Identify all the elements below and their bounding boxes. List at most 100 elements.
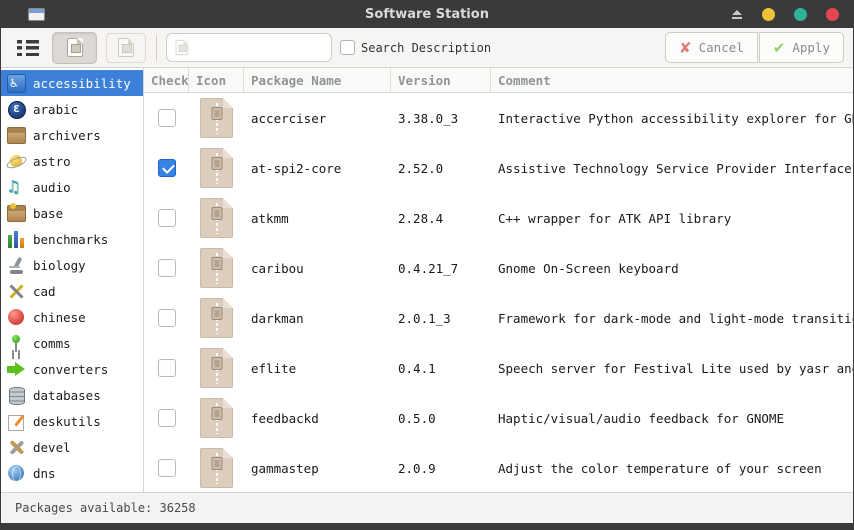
- column-header-comment[interactable]: Comment: [491, 68, 853, 92]
- package-comment: Assistive Technology Service Provider In…: [498, 160, 852, 176]
- sidebar-item-label: audio: [33, 179, 71, 195]
- sidebar-item-accessibility[interactable]: accessibility: [1, 70, 143, 96]
- devel-icon: [7, 438, 26, 457]
- table-row[interactable]: at-spi2-core 2.52.0 Assistive Technology…: [144, 143, 853, 193]
- sidebar-item-archivers[interactable]: archivers: [1, 122, 143, 148]
- package-version: 0.4.1: [398, 360, 436, 376]
- maximize-button[interactable]: [794, 7, 807, 21]
- package-icon: [200, 348, 233, 388]
- row-checkbox[interactable]: [157, 359, 176, 377]
- zipper-icon: [211, 107, 222, 120]
- package-version: 2.0.9: [398, 460, 436, 476]
- sidebar-item-label: databases: [33, 387, 101, 403]
- package-table: Check Icon Package Name Version Comment …: [144, 68, 853, 492]
- package-name: atkmm: [251, 210, 289, 226]
- sidebar-item-devel[interactable]: devel: [1, 434, 143, 460]
- row-checkbox[interactable]: [157, 209, 176, 227]
- package-name: gammastep: [251, 460, 319, 476]
- sidebar-item-label: cad: [33, 283, 56, 299]
- package-icon: [200, 248, 233, 288]
- main-area: accessibility arabic archivers astro aud…: [1, 68, 853, 492]
- sidebar-item-arabic[interactable]: arabic: [1, 96, 143, 122]
- search-package-icon: [175, 39, 189, 56]
- deskutils-icon: [7, 412, 26, 431]
- list-view-icon: [17, 39, 39, 56]
- search-description-label: Search Description: [361, 40, 492, 55]
- apply-check-icon: ✔: [772, 38, 786, 57]
- sidebar-item-databases[interactable]: databases: [1, 382, 143, 408]
- converters-icon: [7, 360, 26, 379]
- biology-icon: [7, 256, 26, 275]
- apply-button[interactable]: ✔ Apply: [758, 32, 844, 63]
- package-icon: [200, 98, 233, 138]
- package-name: darkman: [251, 310, 304, 326]
- table-row[interactable]: accerciser 3.38.0_3 Interactive Python a…: [144, 93, 853, 143]
- cad-icon: [7, 282, 26, 301]
- row-checkbox[interactable]: [157, 409, 176, 427]
- audio-icon: [7, 177, 26, 197]
- table-row[interactable]: darkman 2.0.1_3 Framework for dark-mode …: [144, 293, 853, 343]
- sidebar-item-dns[interactable]: dns: [1, 460, 143, 486]
- package-icon: [200, 298, 233, 338]
- cancel-button[interactable]: ✘ Cancel: [665, 32, 758, 63]
- installed-packages-toggle[interactable]: [106, 32, 146, 63]
- search-description-option: Search Description: [340, 40, 491, 55]
- package-version: 0.5.0: [398, 410, 436, 426]
- package-comment: Speech server for Festival Lite used by …: [498, 360, 853, 376]
- package-file-icon: [66, 38, 83, 57]
- sidebar-item-cad[interactable]: cad: [1, 278, 143, 304]
- category-list-button[interactable]: [11, 33, 45, 63]
- column-header-check[interactable]: Check: [144, 68, 189, 92]
- package-comment: Interactive Python accessibility explore…: [498, 110, 853, 126]
- close-button[interactable]: [826, 7, 839, 21]
- titlebar[interactable]: Software Station: [1, 0, 853, 28]
- column-header-version[interactable]: Version: [391, 68, 491, 92]
- available-packages-toggle[interactable]: [52, 31, 97, 64]
- minimize-button[interactable]: [762, 7, 775, 21]
- package-version: 3.38.0_3: [398, 110, 459, 126]
- row-checkbox[interactable]: [157, 309, 176, 327]
- window-controls: [731, 7, 853, 21]
- sidebar-item-deskutils[interactable]: deskutils: [1, 408, 143, 434]
- table-header: Check Icon Package Name Version Comment: [144, 68, 853, 93]
- sidebar-item-audio[interactable]: audio: [1, 174, 143, 200]
- package-comment: C++ wrapper for ATK API library: [498, 210, 732, 226]
- row-checkbox[interactable]: [157, 459, 176, 477]
- table-row[interactable]: caribou 0.4.21_7 Gnome On-Screen keyboar…: [144, 243, 853, 293]
- apply-label: Apply: [792, 40, 830, 55]
- sidebar-item-label: astro: [33, 153, 71, 169]
- table-row[interactable]: atkmm 2.28.4 C++ wrapper for ATK API lib…: [144, 193, 853, 243]
- table-row[interactable]: eflite 0.4.1 Speech server for Festival …: [144, 343, 853, 393]
- table-row[interactable]: gammastep 2.0.9 Adjust the color tempera…: [144, 443, 853, 492]
- sidebar-item-base[interactable]: base: [1, 200, 143, 226]
- column-header-icon[interactable]: Icon: [189, 68, 244, 92]
- sidebar-item-biology[interactable]: biology: [1, 252, 143, 278]
- zipper-icon: [211, 207, 222, 220]
- row-checkbox[interactable]: [157, 109, 176, 127]
- package-file-icon: [118, 38, 134, 57]
- sidebar-item-label: benchmarks: [33, 231, 109, 247]
- sidebar-item-converters[interactable]: converters: [1, 356, 143, 382]
- row-checkbox[interactable]: [157, 259, 176, 277]
- chinese-icon: [7, 308, 26, 327]
- archivers-icon: [7, 127, 26, 144]
- sidebar-item-comms[interactable]: comms: [1, 330, 143, 356]
- search-box[interactable]: [166, 33, 332, 62]
- search-input[interactable]: [190, 40, 331, 55]
- window-menu-icon[interactable]: [28, 7, 45, 21]
- sidebar-item-label: devel: [33, 439, 71, 455]
- package-name: caribou: [251, 260, 304, 276]
- table-body: accerciser 3.38.0_3 Interactive Python a…: [144, 93, 853, 492]
- sidebar-item-chinese[interactable]: chinese: [1, 304, 143, 330]
- action-buttons: ✘ Cancel ✔ Apply: [665, 32, 844, 63]
- sidebar-item-label: converters: [33, 361, 109, 377]
- column-header-package-name[interactable]: Package Name: [244, 68, 391, 92]
- sidebar-item-benchmarks[interactable]: benchmarks: [1, 226, 143, 252]
- base-icon: [7, 203, 26, 222]
- search-description-checkbox[interactable]: [340, 40, 355, 55]
- sidebar-item-astro[interactable]: astro: [1, 148, 143, 174]
- shade-button[interactable]: [731, 9, 743, 19]
- table-row[interactable]: feedbackd 0.5.0 Haptic/visual/audio feed…: [144, 393, 853, 443]
- dns-icon: [7, 464, 26, 483]
- row-checkbox[interactable]: [157, 159, 176, 177]
